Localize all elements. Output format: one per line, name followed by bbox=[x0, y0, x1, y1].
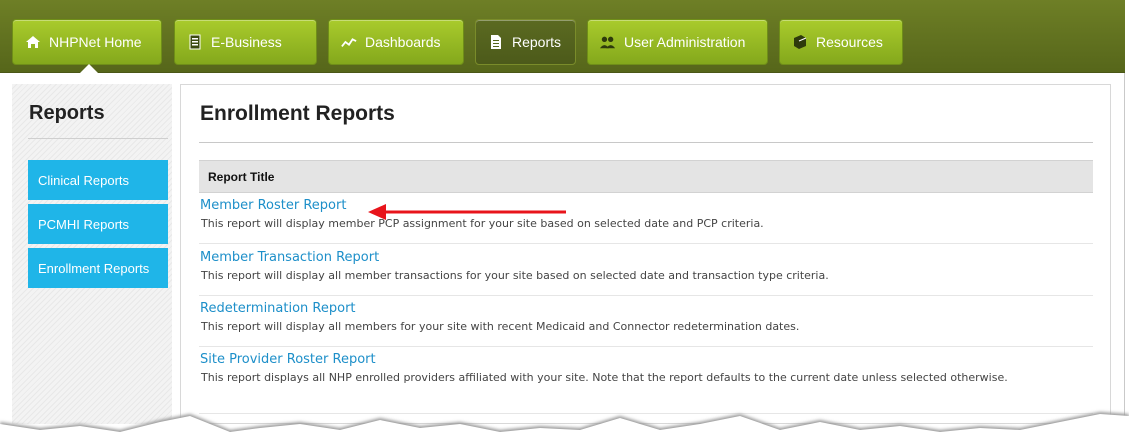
nav-home-button[interactable]: NHPNet Home bbox=[12, 19, 162, 65]
sidebar-item-clinical-reports[interactable]: Clinical Reports bbox=[28, 160, 168, 200]
table-header-report-title: Report Title bbox=[199, 160, 1093, 193]
report-description: This report will display all members for… bbox=[201, 320, 800, 333]
nav-dashboards-button[interactable]: Dashboards bbox=[328, 19, 464, 65]
nav-ebusiness-label: E-Business bbox=[211, 34, 282, 50]
page-frame: NHPNet Home E-Business Dashboards Report… bbox=[0, 0, 1129, 441]
report-row: Redetermination Report This report will … bbox=[199, 301, 1093, 347]
nav-user-administration-button[interactable]: User Administration bbox=[587, 19, 768, 65]
report-link-site-provider-roster[interactable]: Site Provider Roster Report bbox=[200, 352, 376, 367]
nav-home-label: NHPNet Home bbox=[49, 34, 142, 50]
users-icon bbox=[600, 34, 616, 50]
nav-ebusiness-button[interactable]: E-Business bbox=[174, 19, 317, 65]
report-row: Member Transaction Report This report wi… bbox=[199, 250, 1093, 296]
report-description: This report will display member PCP assi… bbox=[201, 217, 764, 230]
sidebar-title: Reports bbox=[29, 102, 105, 124]
report-link-member-roster[interactable]: Member Roster Report bbox=[200, 198, 346, 213]
report-link-redetermination[interactable]: Redetermination Report bbox=[200, 301, 356, 316]
nav-reports-button[interactable]: Reports bbox=[475, 19, 576, 65]
nav-resources-label: Resources bbox=[816, 34, 883, 50]
title-divider bbox=[199, 142, 1093, 143]
book-icon bbox=[792, 34, 808, 50]
report-description: This report will display all member tran… bbox=[201, 269, 829, 282]
report-link-member-transaction[interactable]: Member Transaction Report bbox=[200, 250, 379, 265]
document-icon bbox=[187, 34, 203, 50]
annotation-arrow-icon bbox=[368, 204, 566, 220]
sidebar-item-enrollment-reports[interactable]: Enrollment Reports bbox=[28, 248, 168, 288]
top-navigation: NHPNet Home E-Business Dashboards Report… bbox=[0, 0, 1125, 73]
nav-reports-label: Reports bbox=[512, 34, 562, 50]
report-icon bbox=[488, 34, 504, 50]
torn-edge-decoration bbox=[0, 412, 1129, 441]
home-icon bbox=[25, 34, 41, 50]
sidebar-item-pcmhi-reports[interactable]: PCMHI Reports bbox=[28, 204, 168, 244]
nav-user-administration-label: User Administration bbox=[624, 34, 746, 50]
chart-icon bbox=[341, 34, 357, 50]
sidebar-divider bbox=[28, 138, 168, 139]
page-title: Enrollment Reports bbox=[200, 102, 395, 125]
nav-resources-button[interactable]: Resources bbox=[779, 19, 903, 65]
active-nav-pointer bbox=[80, 64, 98, 73]
nav-dashboards-label: Dashboards bbox=[365, 34, 441, 50]
report-row: Member Roster Report This report will di… bbox=[199, 198, 1093, 244]
report-description: This report displays all NHP enrolled pr… bbox=[201, 371, 1008, 384]
